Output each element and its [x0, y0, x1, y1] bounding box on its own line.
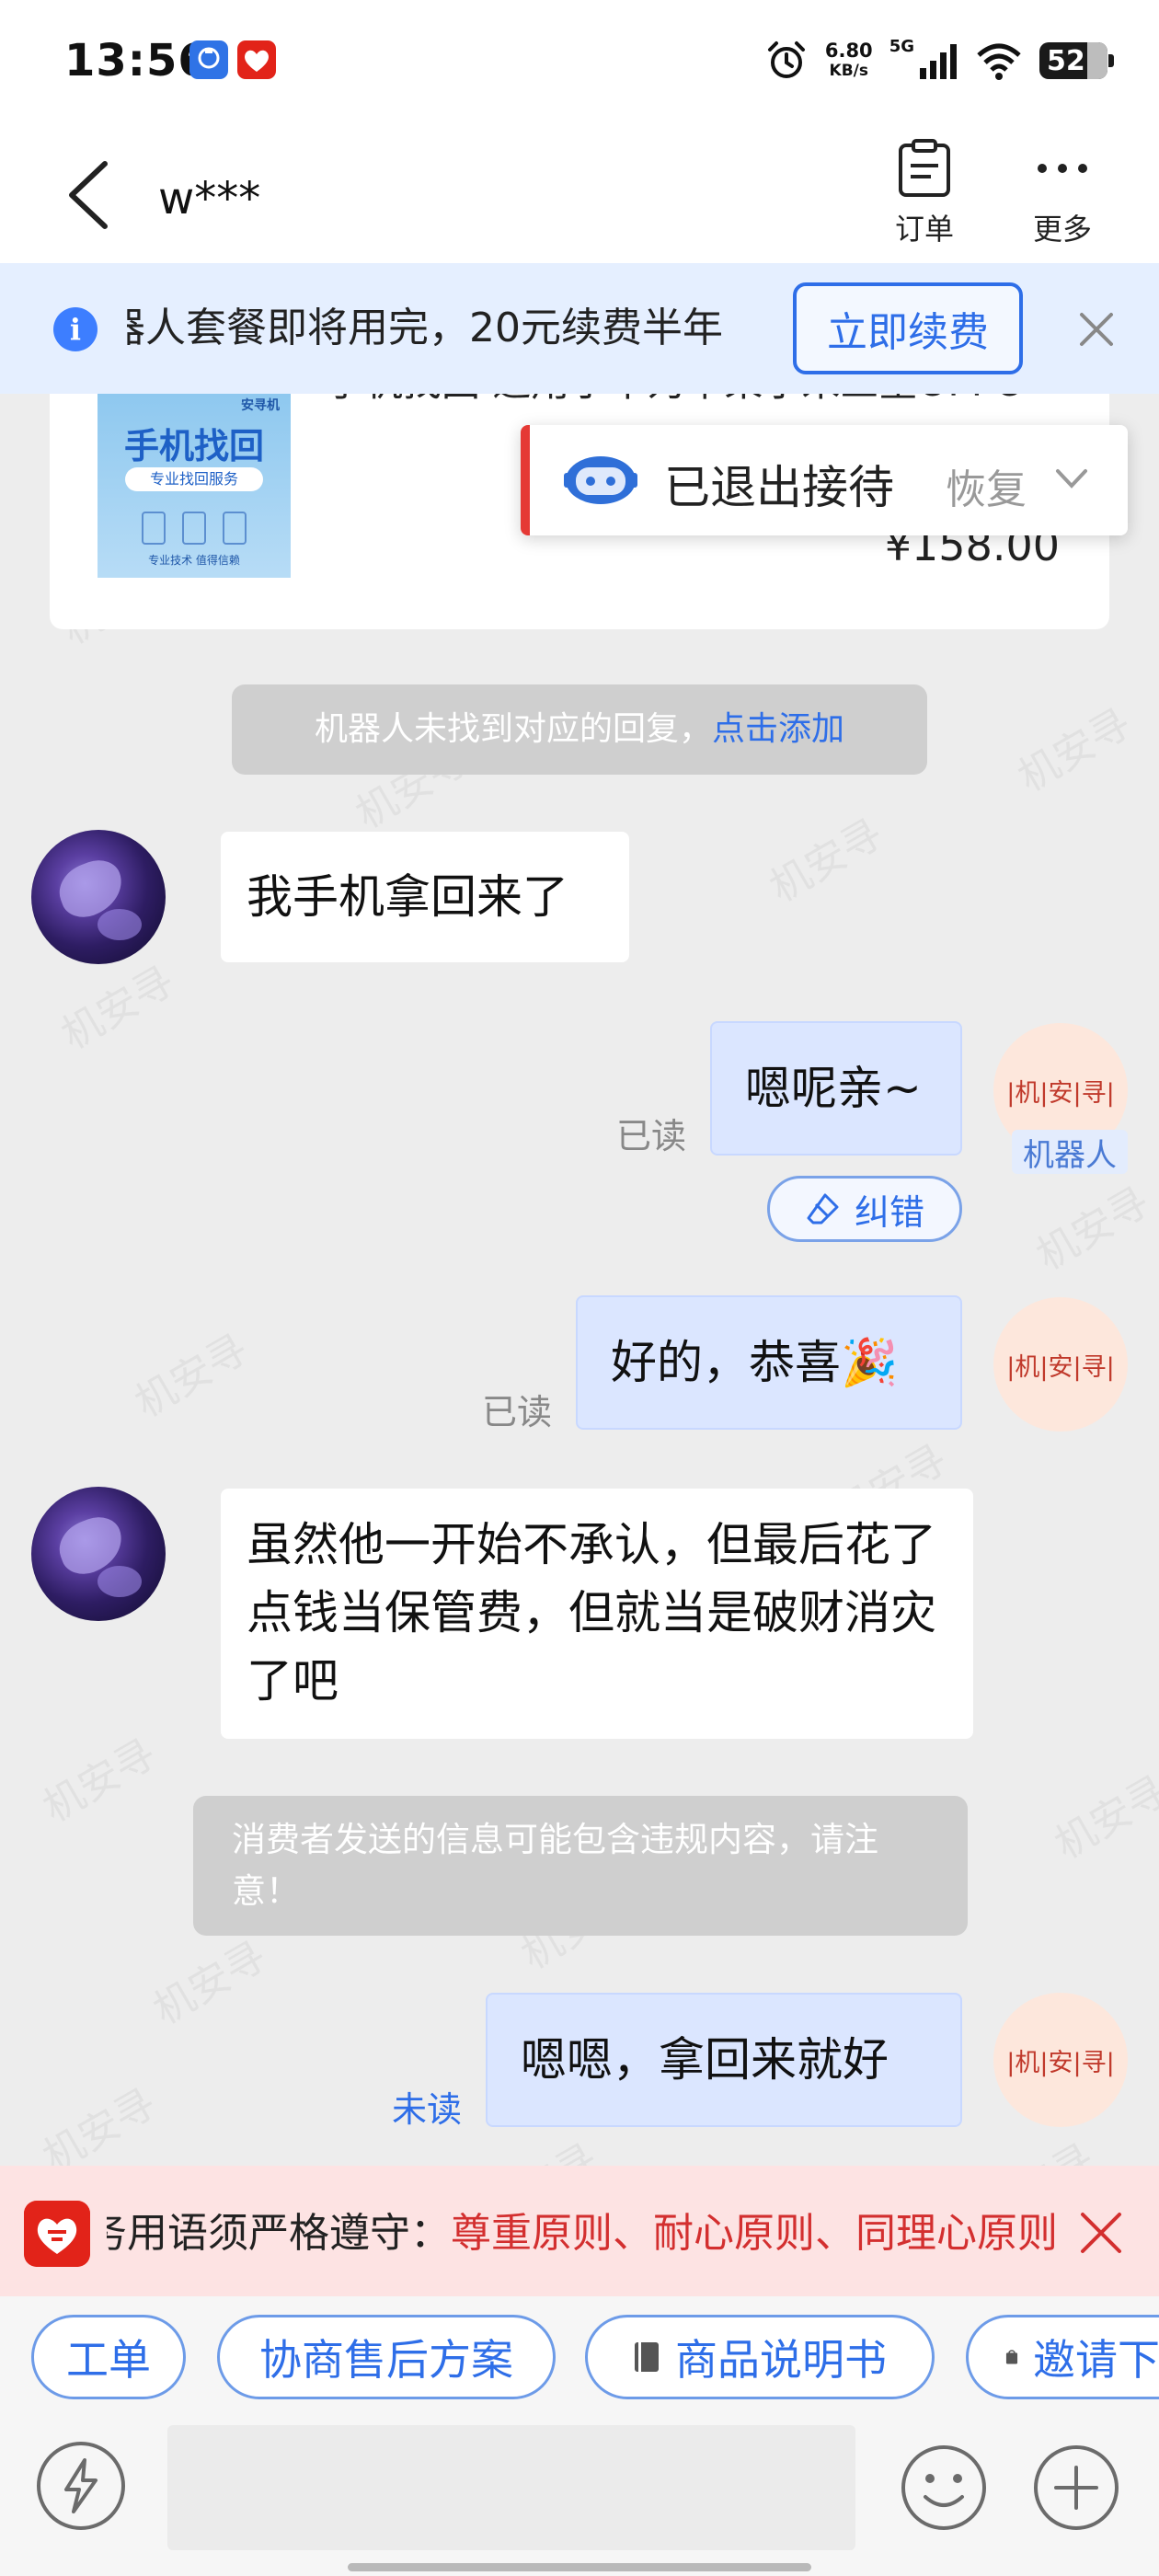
- exit-reception-popup: 已退出接待 恢复: [521, 425, 1128, 535]
- outgoing-message: 嗯嗯，拿回来就好: [486, 1993, 962, 2127]
- pinduoduo-badge-icon: [237, 40, 276, 79]
- customer-avatar[interactable]: [31, 1487, 166, 1621]
- status-bar: 13:56 6.80 KB/s 5G 52: [0, 0, 1159, 125]
- shop-avatar: |机|安|寻|: [993, 1297, 1128, 1432]
- more-label: 更多: [1032, 212, 1092, 247]
- back-arrow-icon[interactable]: [57, 158, 121, 232]
- correct-button[interactable]: 纠错: [767, 1176, 962, 1242]
- reminder-text: 务用语须严格遵守：尊重原则、耐心原则、同理心原则: [107, 2210, 1058, 2257]
- clipboard-icon: [899, 139, 950, 197]
- read-status: 已读: [482, 1392, 553, 1432]
- home-indicator[interactable]: [348, 2563, 811, 2571]
- wifi-icon: [977, 43, 1021, 80]
- book-icon: [635, 2342, 659, 2372]
- exit-status-text: 已退出接待: [664, 461, 894, 514]
- app-badge-icon: [189, 40, 228, 79]
- watermark-text: 机安寻: [127, 1325, 257, 1427]
- restore-button[interactable]: 恢复: [946, 456, 1027, 515]
- pinduoduo-logo-icon: [24, 2201, 90, 2267]
- robot-icon: [564, 456, 637, 504]
- unread-status: 未读: [392, 2089, 463, 2130]
- shop-avatar: |机|安|寻|: [993, 1993, 1128, 2127]
- close-icon[interactable]: [1078, 2210, 1124, 2256]
- watermark-text: 机安寻: [53, 957, 183, 1059]
- watermark-text: 机安寻: [1010, 699, 1140, 801]
- more-dots-icon: [1038, 164, 1087, 173]
- chat-header: w*** 订单 更多: [0, 125, 1159, 263]
- robot-no-reply-notice: 机器人未找到对应的回复， 点击添加: [232, 684, 927, 775]
- product-image: 安寻机 手机找回 专业找回服务 专业技术 值得信赖: [98, 392, 291, 578]
- info-icon: i: [53, 307, 98, 351]
- contact-name: w***: [158, 173, 261, 224]
- outgoing-message: 好的，恭喜🎉: [576, 1295, 962, 1430]
- work-order-chip[interactable]: 工单: [31, 2315, 186, 2399]
- more-button[interactable]: 更多: [1012, 138, 1113, 248]
- service-reminder-bar: 务用语须严格遵守：尊重原则、耐心原则、同理心原则: [0, 2166, 1159, 2296]
- quick-actions-row: 工单 协商售后方案 商品说明书 邀请下单: [0, 2296, 1159, 2425]
- plus-icon[interactable]: [1030, 2442, 1122, 2534]
- watermark-text: 机安寻: [1028, 1178, 1158, 1280]
- invite-order-chip[interactable]: 邀请下单: [966, 2315, 1159, 2399]
- violation-notice: 消费者发送的信息可能包含违规内容，请注意！: [193, 1796, 968, 1936]
- battery-icon: 52: [1039, 42, 1114, 79]
- watermark-text: 机安寻: [145, 1932, 275, 2034]
- chevron-down-icon[interactable]: [1054, 466, 1089, 493]
- after-sales-plan-chip[interactable]: 协商售后方案: [217, 2315, 556, 2399]
- alarm-icon: [767, 41, 805, 78]
- renewal-banner: i 器人套餐即将用完，20元续费半年 立即续费: [0, 263, 1159, 394]
- renewal-text: 器人套餐即将用完，20元续费半年: [127, 305, 723, 351]
- cellular-signal-icon: [920, 44, 957, 79]
- lightning-icon: [64, 2458, 98, 2513]
- watermark-text: 机安寻: [762, 810, 891, 912]
- watermark-text: 机安寻: [1047, 1766, 1159, 1869]
- eraser-icon: [807, 1193, 839, 1225]
- customer-avatar[interactable]: [31, 830, 166, 964]
- network-type: 5G: [889, 36, 914, 56]
- close-icon[interactable]: [1076, 309, 1117, 350]
- emoji-icon[interactable]: [898, 2442, 990, 2534]
- robot-tag: 机器人: [1012, 1130, 1128, 1174]
- incoming-message: 我手机拿回来了: [221, 832, 629, 962]
- network-speed: 6.80 KB/s: [824, 40, 873, 80]
- renew-now-button[interactable]: 立即续费: [793, 282, 1023, 374]
- bag-icon: [1005, 2350, 1018, 2364]
- incoming-message: 虽然他一开始不承认，但最后花了点钱当保管费，但就当是破财消灾了吧: [221, 1489, 973, 1739]
- add-reply-link[interactable]: 点击添加: [712, 704, 844, 755]
- order-button[interactable]: 订单: [874, 138, 975, 248]
- watermark-text: 机安寻: [35, 1730, 165, 1832]
- order-label: 订单: [894, 212, 954, 247]
- input-bar: [0, 2425, 1159, 2576]
- message-input[interactable]: [167, 2425, 855, 2550]
- product-manual-chip[interactable]: 商品说明书: [585, 2315, 935, 2399]
- status-time: 13:56: [64, 35, 210, 86]
- quick-reply-button[interactable]: [37, 2442, 125, 2530]
- read-status: 已读: [616, 1116, 687, 1156]
- outgoing-message: 嗯呢亲~: [710, 1021, 962, 1156]
